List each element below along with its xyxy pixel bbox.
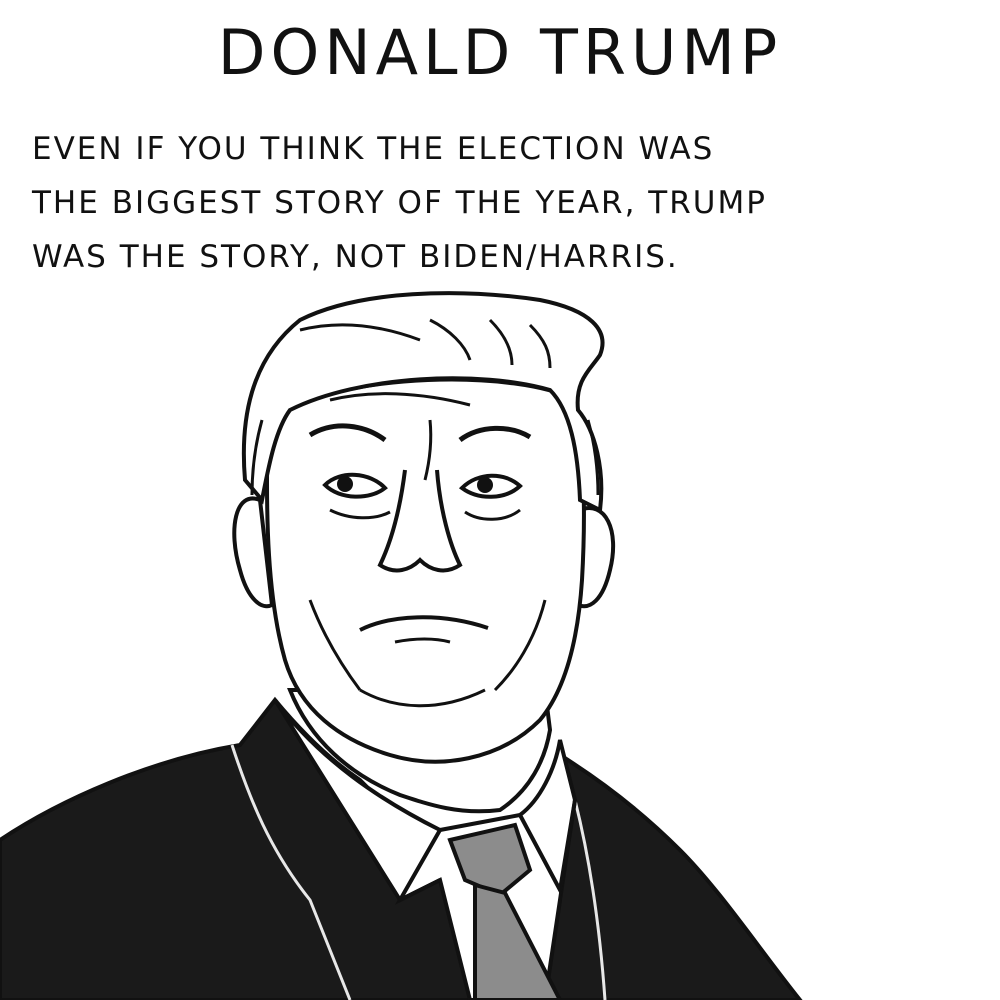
portrait-illustration: [0, 291, 803, 1000]
comic-panel: DONALD TRUMP EVEN IF YOU THINK THE ELECT…: [0, 0, 1000, 1000]
comic-title: DONALD TRUMP: [217, 16, 783, 89]
caption-line: EVEN IF YOU THINK THE ELECTION WAS: [32, 131, 715, 167]
caption-line: THE BIGGEST STORY OF THE YEAR, TRUMP: [32, 185, 767, 221]
caption-text: EVEN IF YOU THINK THE ELECTION WAS THE B…: [32, 122, 992, 284]
caption-line: WAS THE STORY, NOT BIDEN/HARRIS.: [32, 239, 679, 275]
